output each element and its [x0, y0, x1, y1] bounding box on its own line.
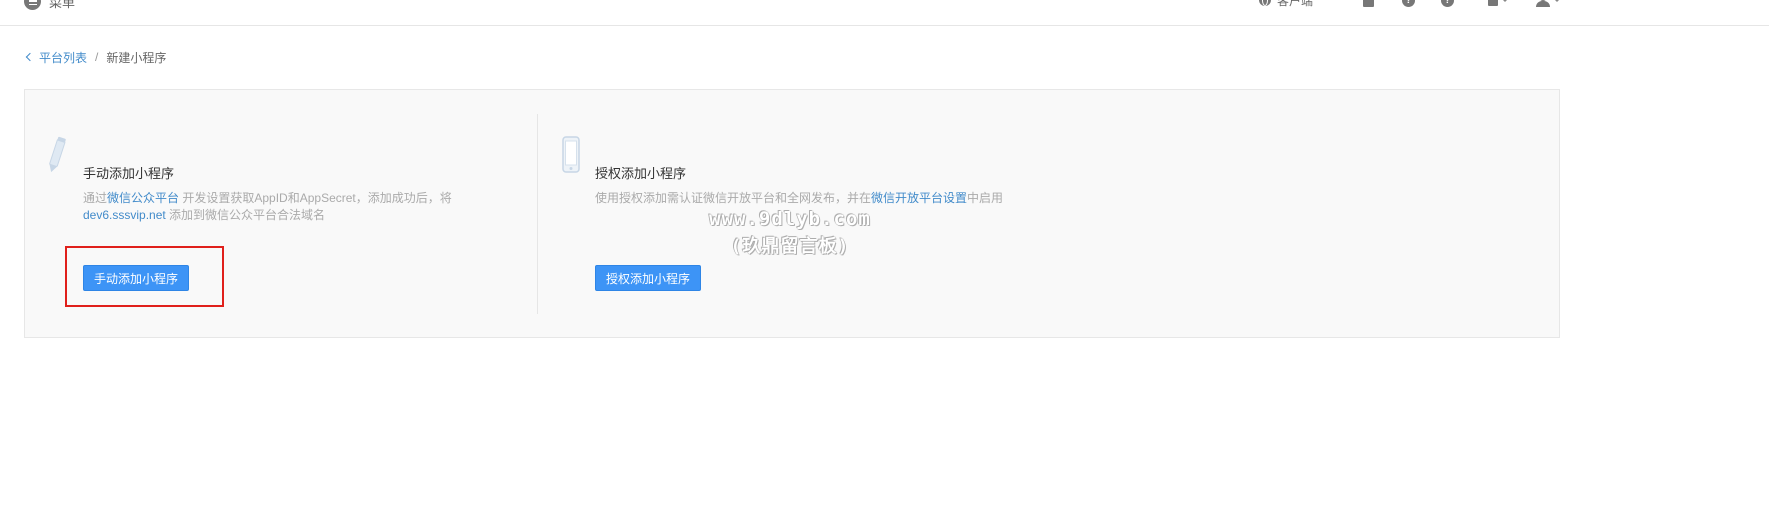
caret-down-icon: [1502, 0, 1508, 2]
help-button-2[interactable]: ?: [1441, 0, 1454, 9]
manual-desc-suffix: 添加到微信公众平台合法域名: [165, 208, 326, 222]
client-link[interactable]: 客户端: [1259, 0, 1313, 9]
wechat-mp-link[interactable]: 微信公众平台: [107, 191, 179, 205]
menu-toggle[interactable]: 菜单: [24, 0, 75, 10]
breadcrumb-back-link[interactable]: 平台列表: [25, 49, 88, 66]
help-icon: ?: [1441, 0, 1454, 7]
breadcrumb-back-label: 平台列表: [39, 50, 88, 65]
user-dropdown[interactable]: [1536, 0, 1560, 9]
domain-link[interactable]: dev6.sssvip.net: [83, 208, 166, 222]
chevron-left-icon: [25, 52, 35, 62]
wechat-open-platform-link[interactable]: 微信开放平台设置: [871, 191, 967, 205]
column-divider: [537, 114, 538, 314]
bell-icon: [1488, 0, 1498, 6]
manual-desc-prefix: 通过: [83, 191, 108, 205]
add-miniprogram-panel: 手动添加小程序 通过微信公众平台 开发设置获取AppID和AppSecret，添…: [24, 89, 1560, 338]
help-icon: ?: [1402, 0, 1415, 7]
breadcrumb: 平台列表 / 新建小程序: [25, 49, 167, 66]
auth-card-description: 使用授权添加需认证微信开放平台和全网发布，并在微信开放平台设置中启用: [595, 190, 1095, 207]
user-icon: [1536, 0, 1550, 7]
client-label: 客户端: [1277, 0, 1314, 8]
calculator-button[interactable]: [1363, 0, 1374, 9]
auth-desc-suffix: 中启用: [967, 191, 1004, 205]
calculator-icon: [1363, 0, 1374, 7]
manual-card-description: 通过微信公众平台 开发设置获取AppID和AppSecret，添加成功后，将 d…: [83, 190, 463, 224]
breadcrumb-separator: /: [95, 50, 99, 64]
help-button[interactable]: ?: [1402, 0, 1415, 9]
phone-icon: [562, 136, 580, 173]
top-navbar: 菜单 客户端 ? ?: [0, 0, 1769, 26]
menu-icon: [24, 0, 41, 10]
auth-desc-prefix: 使用授权添加需认证微信开放平台和全网发布，并在: [595, 191, 872, 205]
manual-desc-mid: 开发设置获取AppID和AppSecret，添加成功后，将: [179, 191, 452, 205]
highlight-annotation-box: [65, 246, 224, 307]
manual-card-title: 手动添加小程序: [83, 166, 175, 181]
pencil-icon: [49, 136, 66, 173]
caret-down-icon: [1554, 0, 1560, 2]
notifications-dropdown[interactable]: [1488, 0, 1508, 9]
globe-icon: [1259, 0, 1271, 6]
auth-add-button[interactable]: 授权添加小程序: [595, 265, 702, 291]
breadcrumb-current: 新建小程序: [106, 50, 167, 65]
auth-card-title: 授权添加小程序: [595, 166, 687, 181]
menu-label: 菜单: [49, 0, 76, 10]
